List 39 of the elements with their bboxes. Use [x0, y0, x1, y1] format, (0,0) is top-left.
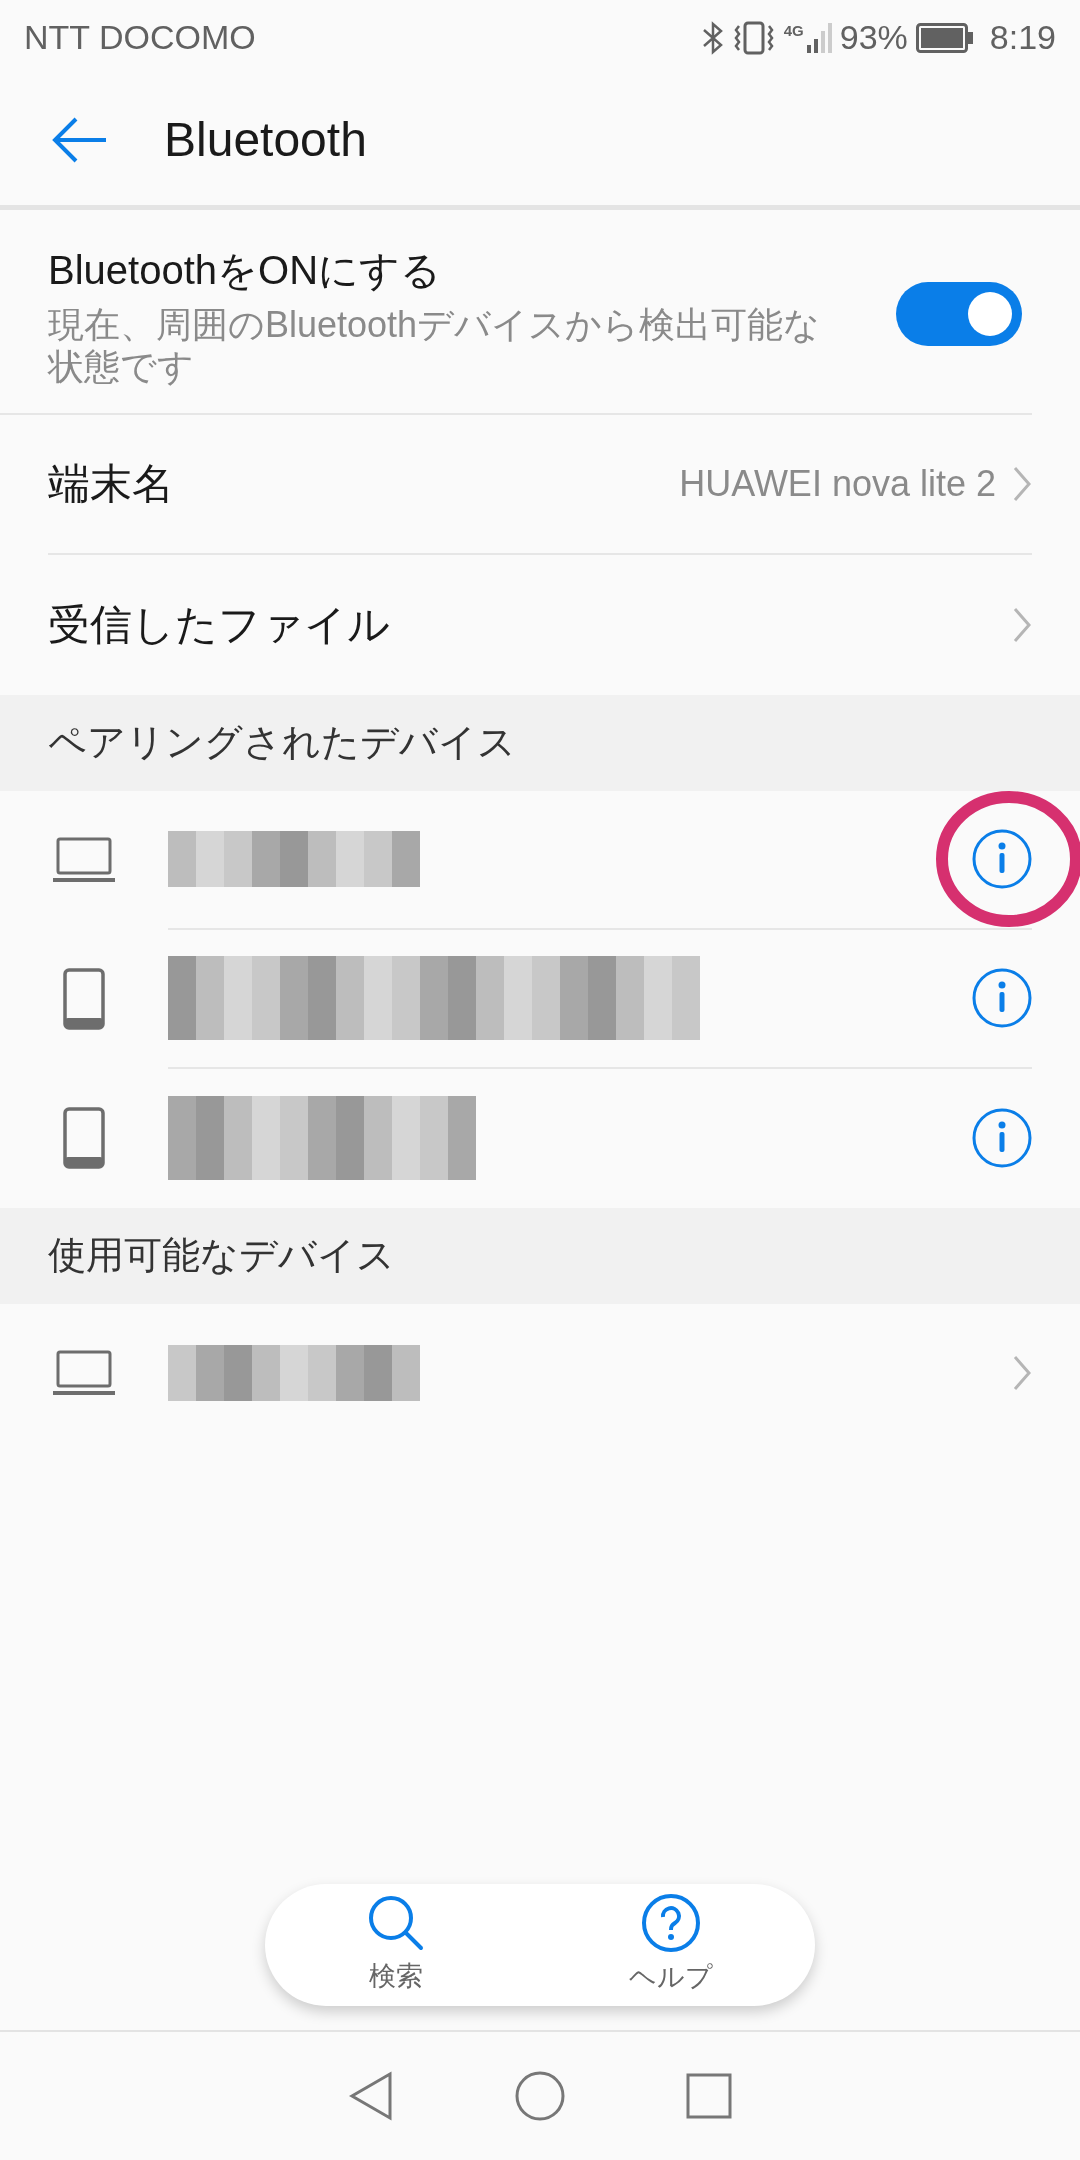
home-circle-icon [514, 2070, 566, 2122]
section-header: 使用可能なデバイス [0, 1207, 1080, 1304]
square-recents-icon [686, 2073, 732, 2119]
back-nav-button[interactable] [348, 2071, 394, 2121]
page-title: Bluetooth [164, 112, 367, 168]
section-header: ペアリングされたデバイス [0, 694, 1080, 791]
settings-row[interactable]: 受信したファイル [48, 554, 1032, 695]
phone-icon [63, 1107, 105, 1170]
phone-icon [63, 968, 105, 1031]
setting-title: BluetoothをONにする [48, 247, 443, 294]
signal-icon [805, 20, 832, 55]
setting-label: 受信したファイル [48, 600, 390, 651]
chevron-icon [1012, 605, 1032, 644]
network-type: 4G [783, 22, 804, 38]
battery-percent: 93% [839, 17, 908, 58]
triangle-back-icon [348, 2071, 394, 2121]
clock-time: 8:19 [989, 17, 1056, 58]
search-button[interactable]: 検索 [367, 1893, 425, 1997]
recents-button[interactable] [686, 2073, 732, 2119]
help-icon [641, 1892, 701, 1953]
laptop-icon [53, 837, 115, 884]
setting-description: 現在、周囲のBluetoothデバイスから検出可能な状態です [48, 304, 822, 389]
search-icon [367, 1893, 425, 1952]
info-icon [972, 1108, 1032, 1169]
device-info-button[interactable] [972, 1108, 1032, 1169]
info-icon [972, 829, 1032, 890]
chevron-icon [1012, 464, 1032, 503]
setting-value: HUAWEI nova lite 2 [679, 461, 996, 506]
battery-icon [915, 22, 974, 53]
bluetooth-icon [701, 19, 724, 56]
carrier-name: NTT DOCOMO [24, 17, 256, 58]
device-info-button[interactable] [972, 968, 1032, 1029]
settings-row[interactable]: 端末名 HUAWEI nova lite 2 [48, 414, 1032, 555]
setting-label: 端末名 [48, 459, 174, 510]
help-button[interactable]: ヘルプ [629, 1892, 713, 1998]
laptop-icon [53, 1350, 115, 1397]
info-icon [972, 968, 1032, 1029]
device-info-button[interactable] [972, 829, 1032, 890]
home-button[interactable] [514, 2070, 566, 2122]
